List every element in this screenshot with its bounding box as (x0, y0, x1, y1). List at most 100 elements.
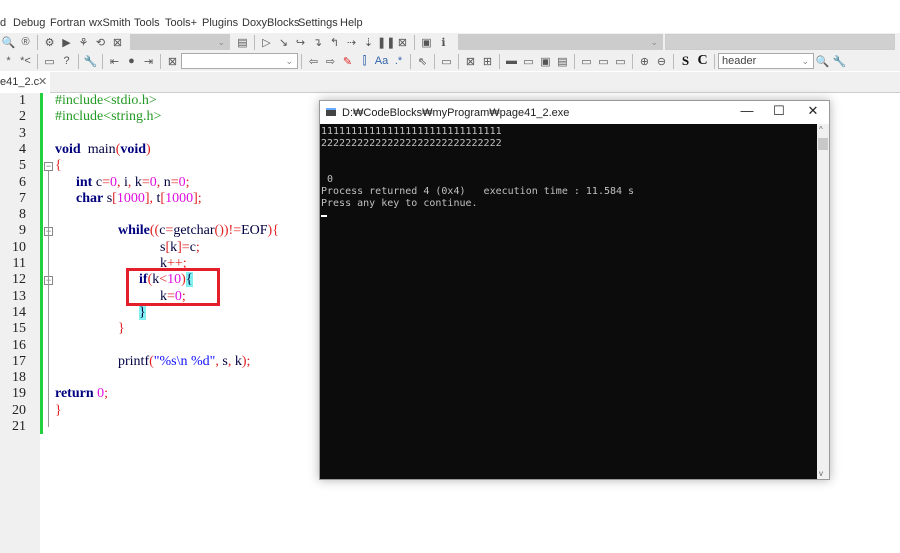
highlight-icon[interactable]: ✎ (339, 55, 356, 68)
regex-icon[interactable]: .* (390, 55, 407, 67)
line-number: 5 (19, 158, 26, 174)
debug-run-icon[interactable]: ▷ (258, 36, 275, 49)
zoom-out-icon[interactable]: ⊖ (653, 55, 670, 68)
line-number: 8 (19, 207, 26, 223)
scroll-thumb[interactable] (818, 138, 828, 150)
symbol-c-icon[interactable]: C (694, 53, 711, 69)
stop-debug-icon[interactable]: ⊠ (394, 36, 411, 49)
code-token: 1000 (116, 190, 145, 206)
pause-icon[interactable]: ❚❚ (377, 36, 395, 49)
fold-toggle-icon[interactable]: − (44, 162, 53, 172)
chevron-down-icon: ⌄ (650, 37, 658, 47)
expand-both-icon[interactable]: ▭ (612, 55, 629, 68)
maximize-button[interactable]: ☐ (764, 103, 794, 119)
change-bar (40, 93, 43, 434)
info-icon[interactable]: ℹ (435, 36, 452, 49)
separator (414, 34, 415, 50)
layout-icon[interactable]: ⊞ (479, 55, 496, 68)
line-number: 12 (12, 272, 26, 288)
code-completion-combo[interactable] (665, 34, 895, 50)
code-line: #include<stdio.h> (55, 93, 157, 109)
menu-d[interactable]: d (0, 17, 6, 29)
back-arrow-icon[interactable]: ⇦ (305, 55, 322, 68)
debug-windows-icon[interactable]: ▣ (418, 36, 435, 49)
scroll-down-icon[interactable]: v (819, 469, 823, 478)
align-middle-icon[interactable]: ▭ (520, 55, 537, 68)
align-bottom-icon[interactable]: ▣ (537, 55, 554, 68)
scroll-up-icon[interactable]: ^ (819, 125, 823, 134)
separator (574, 53, 575, 69)
target-options-icon[interactable]: ▤ (234, 36, 251, 49)
menu-tools[interactable]: Tools (134, 17, 160, 29)
code-token: return (55, 386, 94, 402)
next-instruction-icon[interactable]: ⇢ (343, 36, 360, 49)
code-token: ; (197, 190, 202, 206)
close-button[interactable]: ✕ (798, 103, 828, 119)
menu-help[interactable]: Help (340, 17, 363, 29)
code-token: n (160, 174, 171, 190)
separator (434, 53, 435, 69)
menu-debug[interactable]: Debug (13, 17, 45, 29)
step-into-icon[interactable]: ↴ (309, 36, 326, 49)
align-full-icon[interactable]: ▤ (554, 55, 571, 68)
selected-text-icon[interactable]: ⫿ (356, 55, 373, 68)
abort-icon[interactable]: ⊠ (109, 36, 126, 49)
menu-settings[interactable]: Settings (298, 17, 338, 29)
step-out-icon[interactable]: ↰ (326, 36, 343, 49)
close-icon[interactable]: ✕ (38, 75, 47, 88)
expand-right-icon[interactable]: ▭ (578, 55, 595, 68)
console-title: D:₩CodeBlocks₩myProgram₩page41_2.exe (342, 107, 570, 119)
console-scrollbar[interactable]: ^ v (817, 124, 829, 479)
forward-arrow-icon[interactable]: ⇨ (322, 55, 339, 68)
help-icon[interactable]: ? (58, 55, 75, 67)
settings-wrench-icon[interactable]: 🔧 (831, 55, 848, 68)
match-case-icon[interactable]: Aa (373, 55, 390, 67)
code-token: "%s\n %d" (153, 353, 216, 369)
toggle-bookmark-icon[interactable]: ● (123, 55, 140, 67)
pointer-icon[interactable]: ⇖ (414, 55, 431, 68)
toolbar-main: 🔍 ® ⚙ ▶ ⚘ ⟲ ⊠ ⌄ ▤ ▷ ↘ ↪ ↴ ↰ ⇢ ⇣ ❚❚ ⊠ ▣ ℹ… (0, 33, 900, 51)
uncomment-icon[interactable]: *< (17, 55, 34, 67)
search-combo[interactable]: ⌄ (458, 34, 663, 50)
align-top-icon[interactable]: ▬ (503, 55, 520, 67)
jump-icon[interactable]: ⊠ (164, 55, 181, 68)
next-line-icon[interactable]: ↪ (292, 36, 309, 49)
menu-tools[interactable]: Tools+ (165, 17, 197, 29)
replace-icon[interactable]: ® (17, 36, 34, 48)
tools-wrench-icon[interactable]: 🔧 (82, 55, 99, 68)
code-token: 0 (149, 174, 157, 190)
build-run-icon[interactable]: ⚘ (75, 36, 92, 49)
menu-plugins[interactable]: Plugins (202, 17, 238, 29)
prev-bookmark-icon[interactable]: ⇤ (106, 55, 123, 68)
rebuild-icon[interactable]: ⟲ (92, 36, 109, 49)
expand-left-icon[interactable]: ▭ (595, 55, 612, 68)
step-instruction-icon[interactable]: ⇣ (360, 36, 377, 49)
symbol-s-icon[interactable]: S (677, 53, 694, 69)
search-symbol-icon[interactable]: 🔍 (814, 55, 831, 68)
code-token: c (92, 174, 103, 190)
build-gear-icon[interactable]: ⚙ (41, 36, 58, 49)
menu-doxyblocks[interactable]: DoxyBlocks (242, 17, 299, 29)
run-to-cursor-icon[interactable]: ↘ (275, 36, 292, 49)
menu-wxsmith[interactable]: wxSmith (89, 17, 131, 29)
console-window: D:₩CodeBlocks₩myProgram₩page41_2.exe — ☐… (319, 100, 830, 480)
line-number: 7 (19, 190, 26, 206)
function-combo[interactable]: ⌄ (181, 53, 298, 69)
menu-fortran[interactable]: Fortran (50, 17, 85, 29)
find-icon[interactable]: 🔍 (0, 36, 17, 49)
tab-page41_2-c[interactable]: e41_2.c ✕ (0, 72, 50, 93)
next-bookmark-icon[interactable]: ⇥ (140, 55, 157, 68)
grid-icon[interactable]: ⊠ (462, 55, 479, 68)
code-line: return 0; (55, 386, 108, 402)
run-icon[interactable]: ▶ (58, 36, 75, 49)
doxy-icon[interactable]: ▭ (41, 55, 58, 68)
zoom-in-icon[interactable]: ⊕ (636, 55, 653, 68)
comment-icon[interactable]: * (0, 55, 17, 67)
line-number: 1 (19, 93, 26, 108)
minimize-button[interactable]: — (732, 103, 762, 118)
symbol-combo[interactable]: header ⌄ (718, 53, 814, 69)
frame-icon[interactable]: ▭ (438, 55, 455, 68)
line-number: 17 (12, 353, 26, 369)
build-target-combo[interactable]: ⌄ (130, 34, 230, 50)
